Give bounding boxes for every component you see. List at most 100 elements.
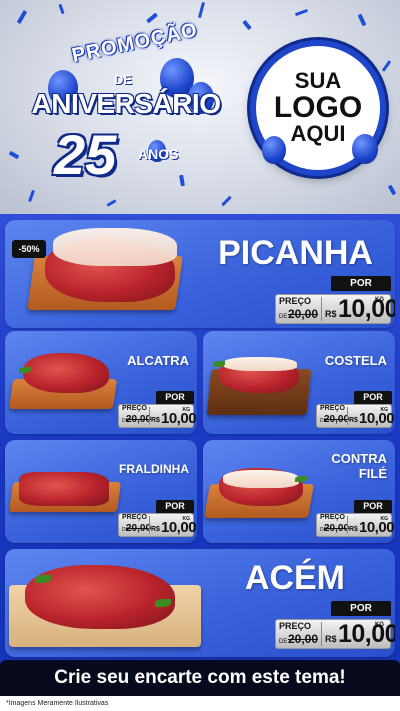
product-card-contra-file[interactable]: CONTRA FILÉ POR PREÇO DE 20,00 R$ 10,00 … xyxy=(203,440,395,543)
alcatra-image xyxy=(23,353,109,393)
price-value: 10,00 xyxy=(338,295,395,323)
price-tag: POR PREÇO DE 20,00 R$ 10,00 KG xyxy=(316,500,395,537)
product-name-line2: FILÉ xyxy=(358,465,387,481)
product-name: COSTELA xyxy=(324,353,387,368)
old-price: 20,00 xyxy=(324,414,350,425)
logo-line-1: SUA xyxy=(294,68,342,94)
preco-label: PREÇO xyxy=(320,405,345,412)
discount-badge: -50% xyxy=(12,240,46,258)
por-label: POR xyxy=(354,391,392,404)
separator xyxy=(347,407,348,425)
por-label: POR xyxy=(354,500,392,513)
product-name: ACÉM xyxy=(244,559,345,597)
old-price: 20,00 xyxy=(324,523,350,534)
por-label: POR xyxy=(331,601,391,616)
de-label: DE xyxy=(279,639,288,645)
product-card-costela[interactable]: COSTELA POR PREÇO DE 20,00 R$ 10,00 KG xyxy=(203,331,395,434)
separator xyxy=(149,407,150,425)
old-price: 20,00 xyxy=(288,632,319,646)
promo-anos: ANOS xyxy=(138,146,179,162)
por-label: POR xyxy=(331,276,391,291)
confetti xyxy=(387,184,397,196)
confetti xyxy=(16,9,28,25)
confetti xyxy=(381,60,392,72)
offers-area: -50% PICANHA POR PREÇO DE 20,00 R$ 10,00… xyxy=(0,214,400,711)
price-value: 10,00 xyxy=(161,519,197,536)
confetti xyxy=(357,13,367,27)
product-card-fraldinha[interactable]: FRALDINHA POR PREÇO DE 20,00 R$ 10,00 KG xyxy=(5,440,197,543)
currency: R$ xyxy=(325,309,337,319)
por-label: POR xyxy=(156,500,194,513)
product-name-line1: CONTRA xyxy=(331,451,387,466)
logo-line-2: LOGO xyxy=(273,90,363,124)
costela-fat xyxy=(223,357,297,371)
herb-icon xyxy=(35,575,51,583)
herb-icon xyxy=(213,361,225,367)
confetti xyxy=(197,1,206,19)
fraldinha-image xyxy=(19,472,109,506)
confetti xyxy=(28,189,35,203)
separator xyxy=(321,297,322,321)
price-value: 10,00 xyxy=(161,410,197,427)
balloon-icon xyxy=(262,136,286,164)
confetti xyxy=(146,12,158,24)
unit-label: KG xyxy=(182,516,191,522)
cta-banner[interactable]: Crie seu encarte com este tema! xyxy=(0,660,400,696)
de-label: DE xyxy=(279,314,288,320)
promo-word: PROMOÇÃO xyxy=(70,18,200,68)
separator xyxy=(321,622,322,646)
promo-number: 25 xyxy=(54,123,117,186)
price-tag: POR PREÇO DE 20,00 R$ 10,00 KG xyxy=(316,391,395,428)
unit-label: KG xyxy=(375,297,384,303)
price-tag: POR PREÇO DE 20,00 R$ 10,00 KG xyxy=(118,500,197,537)
currency: R$ xyxy=(151,526,160,533)
logo-line-3: AQUI xyxy=(290,121,346,147)
price-box: PREÇO DE 20,00 R$ 10,00 KG xyxy=(316,513,395,537)
herb-icon xyxy=(19,367,31,373)
preco-label: PREÇO xyxy=(122,514,147,521)
price-box: PREÇO DE 20,00 R$ 10,00 KG xyxy=(118,513,197,537)
price-box: PREÇO DE 20,00 R$ 10,00 KG xyxy=(275,619,395,649)
preco-label: PREÇO xyxy=(122,405,147,412)
product-card-picanha[interactable]: -50% PICANHA POR PREÇO DE 20,00 R$ 10,00… xyxy=(5,220,395,328)
price-box: PREÇO DE 20,00 R$ 10,00 KG xyxy=(316,404,395,428)
currency: R$ xyxy=(349,417,358,424)
promo-de: DE xyxy=(114,72,133,87)
price-value: 10,00 xyxy=(338,620,395,648)
price-tag: POR PREÇO DE 20,00 R$ 10,00 KG xyxy=(118,391,197,428)
confetti xyxy=(242,19,252,31)
currency: R$ xyxy=(349,526,358,533)
product-name: FRALDINHA xyxy=(119,462,189,476)
price-tag: POR PREÇO DE 20,00 R$ 10,00 KG xyxy=(275,276,395,324)
herb-icon xyxy=(295,476,307,482)
balloon-icon xyxy=(352,134,378,164)
footer-note: *Imagens Meramente Ilustrativas xyxy=(0,696,400,711)
header-banner: PROMOÇÃO DE ANIVERSÁRIO 25 ANOS SUA LOGO… xyxy=(0,0,400,215)
product-name: ALCATRA xyxy=(127,353,189,368)
product-card-acem[interactable]: ACÉM POR PREÇO DE 20,00 R$ 10,00 KG xyxy=(5,549,395,657)
price-box: PREÇO DE 20,00 R$ 10,00 KG xyxy=(118,404,197,428)
product-name: PICANHA xyxy=(218,234,373,272)
price-value: 10,00 xyxy=(359,519,395,536)
picanha-fat xyxy=(53,228,177,266)
confetti xyxy=(221,195,232,207)
product-name: CONTRA FILÉ xyxy=(331,451,387,482)
price-tag: POR PREÇO DE 20,00 R$ 10,00 KG xyxy=(275,601,395,649)
product-card-alcatra[interactable]: ALCATRA POR PREÇO DE 20,00 R$ 10,00 KG xyxy=(5,331,197,434)
confetti xyxy=(294,8,309,17)
unit-label: KG xyxy=(182,407,191,413)
herb-icon xyxy=(155,599,171,607)
contra-file-fat xyxy=(223,470,299,488)
preco-label: PREÇO xyxy=(279,296,312,306)
separator xyxy=(149,516,150,534)
preco-label: PREÇO xyxy=(279,621,312,631)
confetti xyxy=(58,3,65,15)
promo-title: ANIVERSÁRIO xyxy=(31,88,221,119)
currency: R$ xyxy=(151,417,160,424)
por-label: POR xyxy=(156,391,194,404)
old-price: 20,00 xyxy=(288,307,319,321)
price-box: PREÇO DE 20,00 R$ 10,00 KG xyxy=(275,294,395,324)
unit-label: KG xyxy=(375,622,384,628)
confetti xyxy=(106,199,117,207)
preco-label: PREÇO xyxy=(320,514,345,521)
